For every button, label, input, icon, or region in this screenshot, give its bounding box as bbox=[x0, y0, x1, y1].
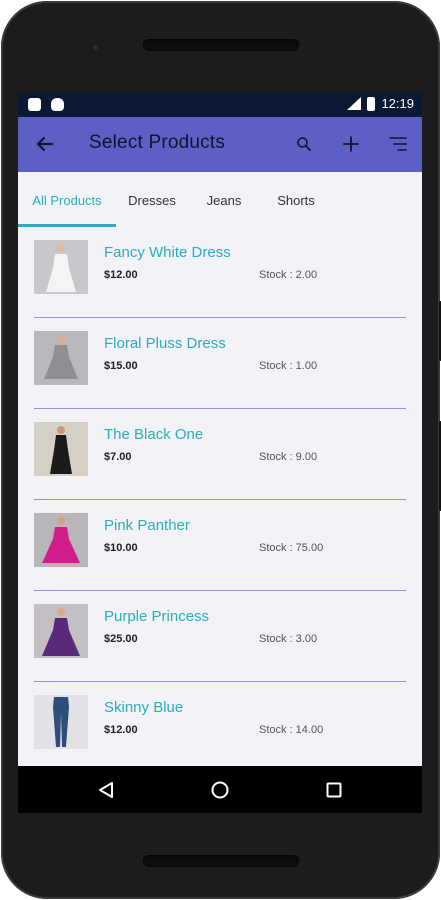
signal-icon bbox=[347, 97, 362, 110]
product-name: Pink Panther bbox=[104, 517, 190, 534]
product-item[interactable]: Pink Panther $10.00 Stock : 75.00 bbox=[18, 501, 422, 592]
bottom-speaker bbox=[143, 855, 299, 867]
product-item[interactable]: Purple Princess $25.00 Stock : 3.00 bbox=[18, 592, 422, 683]
screen: 12:19 Select Products All Products Dress… bbox=[18, 93, 422, 813]
product-stock: Stock : 2.00 bbox=[259, 269, 318, 281]
search-button[interactable] bbox=[291, 131, 317, 157]
product-thumbnail bbox=[34, 331, 88, 385]
dress-image bbox=[34, 240, 88, 294]
arrow-left-icon bbox=[36, 136, 54, 152]
front-camera bbox=[93, 45, 98, 50]
list-divider bbox=[34, 590, 406, 591]
status-bar: 12:19 bbox=[18, 93, 422, 117]
search-icon bbox=[297, 137, 311, 151]
dress-image bbox=[34, 513, 88, 567]
nav-recent-button[interactable] bbox=[320, 776, 348, 804]
app-bar: Select Products bbox=[18, 117, 422, 172]
product-stock: Stock : 1.00 bbox=[259, 360, 318, 372]
tab-jeans[interactable]: Jeans bbox=[188, 172, 260, 228]
page-title: Select Products bbox=[89, 132, 226, 153]
dress-image bbox=[34, 331, 88, 385]
product-thumbnail bbox=[34, 513, 88, 567]
product-item[interactable]: Floral Pluss Dress $15.00 Stock : 1.00 bbox=[18, 319, 422, 410]
status-time: 12:19 bbox=[381, 96, 414, 111]
sd-card-icon bbox=[28, 98, 41, 111]
product-item[interactable]: Fancy White Dress $12.00 Stock : 2.00 bbox=[18, 228, 422, 319]
menu-lines-icon bbox=[389, 137, 407, 151]
battery-icon bbox=[367, 96, 376, 111]
product-price: $12.00 bbox=[104, 269, 138, 281]
product-thumbnail bbox=[34, 240, 88, 294]
tab-dresses[interactable]: Dresses bbox=[116, 172, 188, 228]
menu-button[interactable] bbox=[385, 131, 411, 157]
product-price: $15.00 bbox=[104, 360, 138, 372]
product-thumbnail bbox=[34, 422, 88, 476]
jeans-image bbox=[34, 695, 88, 749]
list-divider bbox=[34, 317, 406, 318]
product-thumbnail bbox=[34, 604, 88, 658]
back-button[interactable] bbox=[32, 131, 58, 157]
android-notification-icon bbox=[51, 98, 64, 111]
product-name: Floral Pluss Dress bbox=[104, 335, 226, 352]
tab-shorts[interactable]: Shorts bbox=[260, 172, 332, 228]
product-name: Skinny Blue bbox=[104, 699, 184, 716]
product-price: $25.00 bbox=[104, 633, 138, 645]
square-recent-icon bbox=[326, 782, 342, 798]
product-name: Purple Princess bbox=[104, 608, 210, 625]
product-stock: Stock : 14.00 bbox=[259, 724, 324, 736]
active-tab-indicator bbox=[18, 224, 116, 227]
product-name: Fancy White Dress bbox=[104, 244, 231, 261]
tab-all-products[interactable]: All Products bbox=[18, 172, 116, 228]
top-speaker bbox=[143, 39, 299, 51]
nav-home-button[interactable] bbox=[206, 776, 234, 804]
system-nav-bar bbox=[18, 766, 422, 813]
product-item[interactable]: The Black One $7.00 Stock : 9.00 bbox=[18, 410, 422, 501]
product-item[interactable]: Skinny Blue $12.00 Stock : 14.00 bbox=[18, 683, 422, 774]
triangle-back-icon bbox=[99, 782, 113, 798]
circle-home-icon bbox=[211, 781, 229, 799]
product-thumbnail bbox=[34, 695, 88, 749]
list-divider bbox=[34, 681, 406, 682]
add-product-button[interactable] bbox=[338, 131, 364, 157]
product-name: The Black One bbox=[104, 426, 204, 443]
dress-image bbox=[34, 422, 88, 476]
list-divider bbox=[34, 408, 406, 409]
product-price: $7.00 bbox=[104, 451, 132, 463]
category-tabs: All Products Dresses Jeans Shorts bbox=[18, 172, 422, 228]
product-stock: Stock : 3.00 bbox=[259, 633, 318, 645]
product-price: $10.00 bbox=[104, 542, 138, 554]
nav-back-button[interactable] bbox=[92, 776, 120, 804]
product-price: $12.00 bbox=[104, 724, 138, 736]
list-divider bbox=[34, 499, 406, 500]
dress-image bbox=[34, 604, 88, 658]
product-stock: Stock : 75.00 bbox=[259, 542, 324, 554]
product-stock: Stock : 9.00 bbox=[259, 451, 318, 463]
plus-icon bbox=[343, 136, 359, 152]
